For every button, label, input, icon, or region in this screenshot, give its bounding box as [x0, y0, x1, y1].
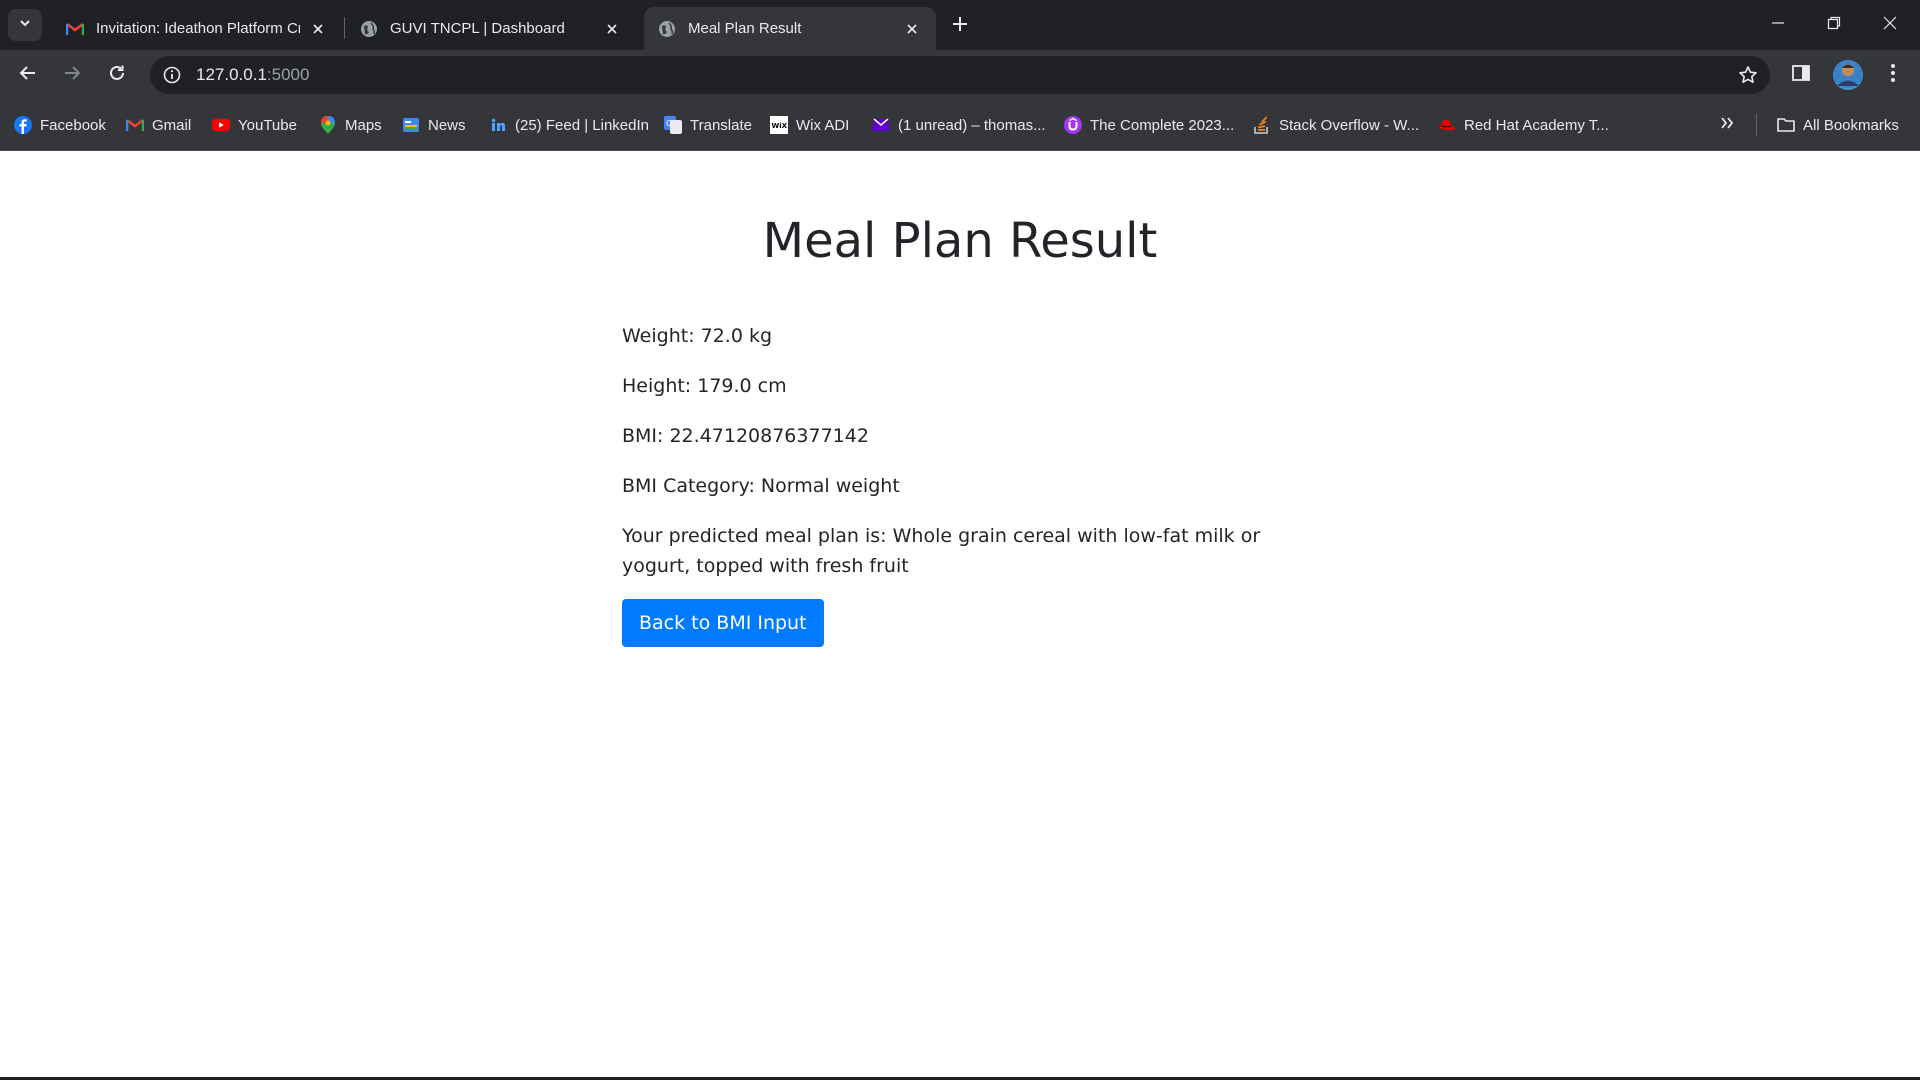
- side-panel-icon: [1791, 63, 1811, 88]
- url-text: 127.0.0.1:5000: [196, 56, 309, 94]
- bookmark-udemy-course[interactable]: The Complete 2023...: [1064, 113, 1234, 137]
- wix-icon: WiX: [770, 116, 788, 134]
- bookmark-translate[interactable]: G Translate: [664, 113, 752, 137]
- bookmark-star-icon[interactable]: [1736, 63, 1760, 87]
- restore-button[interactable]: [1806, 0, 1862, 50]
- reload-button[interactable]: [101, 59, 133, 91]
- tab-strip: Invitation: Ideathon Platform Cr GUVI TN…: [0, 0, 1920, 50]
- bookmark-redhat-academy[interactable]: Red Hat Academy T...: [1438, 113, 1609, 137]
- bookmark-gmail[interactable]: Gmail: [126, 113, 191, 137]
- yahoo-mail-icon: [872, 116, 890, 134]
- avatar-icon: [1833, 60, 1863, 90]
- bookmark-facebook[interactable]: Facebook: [14, 113, 106, 137]
- all-bookmarks-label: All Bookmarks: [1803, 116, 1899, 134]
- url-port: :5000: [266, 65, 310, 84]
- restore-icon: [1827, 16, 1841, 35]
- menu-button[interactable]: [1878, 60, 1908, 90]
- bookmark-label: (1 unread) – thomas...: [898, 116, 1046, 134]
- linkedin-icon: [489, 116, 507, 134]
- chevron-down-icon: [18, 16, 32, 35]
- bmi-text: BMI: 22.47120876377142: [622, 425, 869, 447]
- maps-icon: [319, 116, 337, 134]
- tab-meal-plan-result[interactable]: Meal Plan Result: [644, 7, 936, 50]
- bookmark-label: (25) Feed | LinkedIn: [515, 116, 649, 134]
- svg-text:G: G: [666, 119, 672, 128]
- tab-guvi-dashboard[interactable]: GUVI TNCPL | Dashboard: [346, 7, 636, 50]
- bookmark-wix-adi[interactable]: WiX Wix ADI: [770, 113, 849, 137]
- result-container: Meal Plan Result Weight: 72.0 kg Height:…: [622, 151, 1298, 647]
- translate-icon: G: [664, 116, 682, 134]
- close-icon[interactable]: [602, 19, 622, 39]
- side-panel-button[interactable]: [1786, 60, 1816, 90]
- arrow-left-icon: [19, 64, 37, 87]
- bookmark-stackoverflow[interactable]: Stack Overflow - W...: [1253, 113, 1419, 137]
- youtube-icon: [212, 116, 230, 134]
- redhat-icon: [1438, 116, 1456, 134]
- browser-toolbar: 127.0.0.1:5000: [0, 50, 1920, 100]
- news-icon: [402, 116, 420, 134]
- more-vert-icon: [1890, 63, 1896, 88]
- plus-icon: [952, 16, 968, 37]
- minimize-icon: [1771, 16, 1785, 35]
- bookmark-linkedin[interactable]: (25) Feed | LinkedIn: [489, 113, 649, 137]
- close-icon[interactable]: [308, 19, 328, 39]
- tab-title: GUVI TNCPL | Dashboard: [390, 20, 565, 37]
- arrow-right-icon: [63, 64, 81, 87]
- stackoverflow-icon: [1253, 116, 1271, 134]
- forward-button[interactable]: [56, 59, 88, 91]
- result-details: Weight: 72.0 kg Height: 179.0 cm BMI: 22…: [622, 321, 1298, 581]
- udemy-icon: [1064, 116, 1082, 134]
- close-icon[interactable]: [902, 19, 922, 39]
- bookmark-maps[interactable]: Maps: [319, 113, 382, 137]
- tab-search-button[interactable]: [8, 9, 42, 41]
- gmail-icon: [126, 116, 144, 134]
- bookmarks-bar: Facebook Gmail YouTube Maps News (25) Fe…: [0, 100, 1920, 151]
- chevron-double-right-icon: [1720, 116, 1734, 135]
- bookmark-label: Red Hat Academy T...: [1464, 116, 1609, 134]
- bookmark-label: Facebook: [40, 116, 106, 134]
- bookmark-label: YouTube: [238, 116, 297, 134]
- url-host: 127.0.0.1: [196, 65, 267, 84]
- profile-avatar[interactable]: [1833, 60, 1863, 90]
- bookmark-label: News: [428, 116, 466, 134]
- bookmark-label: Gmail: [152, 116, 192, 134]
- gmail-icon: [66, 20, 84, 38]
- folder-icon: [1777, 116, 1795, 134]
- bookmark-news[interactable]: News: [402, 113, 466, 137]
- tab-title: Meal Plan Result: [688, 20, 802, 37]
- bookmarks-divider: [1756, 114, 1757, 136]
- globe-icon: [360, 20, 378, 38]
- facebook-icon: [14, 116, 32, 134]
- page-title: Meal Plan Result: [762, 213, 1158, 269]
- bookmark-yahoo-mail[interactable]: (1 unread) – thomas...: [872, 113, 1046, 137]
- minimize-button[interactable]: [1750, 0, 1806, 50]
- close-window-button[interactable]: [1862, 0, 1918, 50]
- back-to-bmi-input-button[interactable]: Back to BMI Input: [622, 599, 824, 647]
- close-icon: [1883, 16, 1897, 35]
- weight-text: Weight: 72.0 kg: [622, 325, 773, 347]
- tab-title: Invitation: Ideathon Platform Cr: [96, 20, 300, 37]
- bookmark-label: Maps: [345, 116, 382, 134]
- tab-divider: [344, 17, 345, 39]
- back-button[interactable]: [12, 59, 44, 91]
- bookmark-label: Stack Overflow - W...: [1279, 116, 1420, 134]
- meal-plan-text: Your predicted meal plan is: Whole grain…: [622, 525, 1261, 577]
- all-bookmarks-button[interactable]: All Bookmarks: [1777, 113, 1899, 137]
- bookmark-label: Wix ADI: [796, 116, 850, 134]
- page-viewport: Meal Plan Result Weight: 72.0 kg Height:…: [0, 151, 1920, 1077]
- more-bookmarks-button[interactable]: [1715, 113, 1739, 137]
- new-tab-button[interactable]: [946, 12, 974, 40]
- globe-icon: [658, 20, 676, 38]
- svg-text:WiX: WiX: [772, 122, 788, 130]
- bookmark-youtube[interactable]: YouTube: [212, 113, 297, 137]
- bookmark-label: Translate: [690, 116, 752, 134]
- tab-gmail-invitation[interactable]: Invitation: Ideathon Platform Cr: [52, 7, 342, 50]
- site-info-icon[interactable]: [160, 63, 184, 87]
- address-bar[interactable]: 127.0.0.1:5000: [150, 56, 1770, 94]
- bmi-category-text: BMI Category: Normal weight: [622, 475, 900, 497]
- reload-icon: [108, 64, 126, 87]
- height-text: Height: 179.0 cm: [622, 375, 787, 397]
- bookmark-label: The Complete 2023...: [1090, 116, 1235, 134]
